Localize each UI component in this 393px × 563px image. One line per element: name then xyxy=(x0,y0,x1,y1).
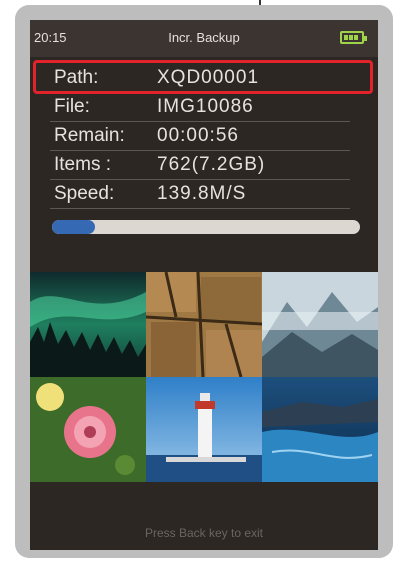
speed-value: 139.8M/S xyxy=(157,183,247,204)
info-row-file: File: IMG10086 xyxy=(50,93,350,122)
exit-hint: Press Back key to exit xyxy=(144,526,264,540)
file-value: IMG10086 xyxy=(157,96,254,117)
remain-label: Remain: xyxy=(54,125,125,146)
battery-icon xyxy=(340,31,367,44)
status-title: Incr. Backup xyxy=(168,30,240,45)
thumbnail-pink-flower xyxy=(30,377,146,482)
status-bar: 20:15 Incr. Backup xyxy=(30,20,378,57)
device-screen: 20:15 Incr. Backup Path: XQD00001 File: … xyxy=(30,20,378,550)
remain-value: 00:00:56 xyxy=(157,125,239,146)
items-label: Items : xyxy=(54,154,112,175)
info-row-remain: Remain: 00:00:56 xyxy=(50,122,350,151)
progress-fill xyxy=(52,220,96,234)
thumbnail-aurora-forest xyxy=(30,272,146,377)
speed-label: Speed: xyxy=(54,183,115,204)
thumbnail-misty-mountains xyxy=(262,272,378,377)
thumbnail-lighthouse xyxy=(146,377,262,482)
items-value: 762(7.2GB) xyxy=(157,154,266,175)
file-label: File: xyxy=(54,96,90,117)
thumbnail-blue-lake xyxy=(262,377,378,482)
path-highlight-box xyxy=(33,60,373,94)
backup-progress-bar xyxy=(52,220,360,234)
info-row-items: Items : 762(7.2GB) xyxy=(50,151,350,180)
thumbnail-cracked-rock xyxy=(146,272,262,377)
thumbnail-grid xyxy=(30,272,378,482)
info-row-speed: Speed: 139.8M/S xyxy=(50,180,350,209)
